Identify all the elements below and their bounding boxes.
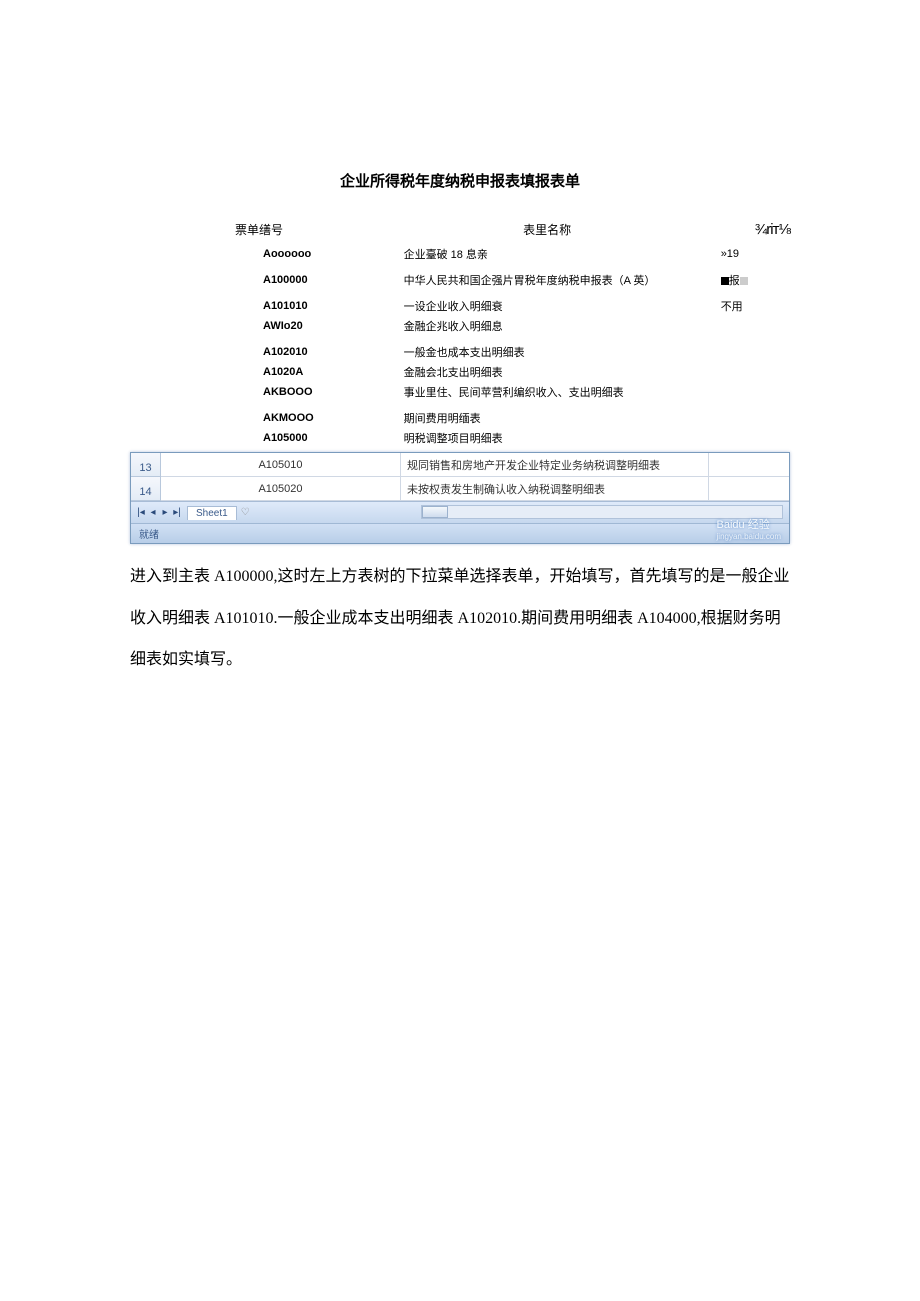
cell-code: A101010: [235, 300, 404, 312]
status-bar: 就绪 Baidu 经验 jingyan.baidu.com: [131, 523, 789, 543]
cell-code: AWIo20: [235, 320, 404, 332]
cell-code: AKMOOO: [235, 412, 404, 424]
cell-name: 中华人民共和国企强片胃税年度纳税申报表（A 英）: [404, 272, 691, 288]
cell-status: 不用: [691, 298, 790, 314]
sheet-tab-bar: |◂◂▸▸| Sheet1 ♡: [131, 501, 789, 523]
cell-name: 金融会北支出明细表: [404, 364, 691, 380]
cell-name: 一设企业收入明细衰: [404, 298, 691, 314]
header-name: 表里名称: [403, 221, 690, 238]
header-status: ¾riт⅛: [691, 221, 790, 238]
cell-status: 报: [691, 272, 790, 288]
sheet-nav-arrows-icon[interactable]: |◂◂▸▸|: [135, 507, 183, 518]
table-row: AKMOOO 期间费用明缅表: [235, 410, 790, 426]
form-list: 票单缮号 表里名称 ¾riт⅛ Aoooooo 企业臺破 18 息亲 »19 A…: [235, 221, 790, 446]
cell-name: 事业里住、民间苹营利编织收入、支出明细表: [404, 384, 691, 400]
cell-code: AKBOOO: [235, 386, 404, 398]
cell-code: Aoooooo: [235, 248, 404, 260]
watermark: Baidu 经验 jingyan.baidu.com: [717, 516, 781, 541]
table-row: A102010 一般金也成本支出明细表: [235, 344, 790, 360]
cell-code: A1020A: [235, 366, 404, 378]
cell-status: »19: [691, 248, 790, 260]
cell-name: 明税调整项目明细表: [404, 430, 691, 446]
table-row: A1020A 金融会北支出明细表: [235, 364, 790, 380]
grid-cell[interactable]: [709, 453, 789, 477]
table-header: 票单缮号 表里名称 ¾riт⅛: [235, 221, 790, 238]
spreadsheet-screenshot: 13 A105010 规同销售和房地产开发企业特定业务纳税调整明细表 14 A1…: [130, 452, 790, 544]
grid-cell[interactable]: [709, 477, 789, 501]
cell-code: A102010: [235, 346, 404, 358]
gray-box-icon: [740, 277, 748, 285]
cell-code: A105000: [235, 432, 404, 444]
sheet-extra-icon[interactable]: ♡: [241, 507, 250, 518]
page-title: 企业所得税年度纳税申报表填报表单: [130, 170, 790, 191]
sheet-tab[interactable]: Sheet1: [187, 506, 237, 520]
table-row: AKBOOO 事业里住、民间苹营利编织收入、支出明细表: [235, 384, 790, 400]
cell-name: 期间费用明缅表: [404, 410, 691, 426]
grid-cell[interactable]: 未按权责发生制确认收入纳税调整明细表: [401, 477, 709, 501]
grid-row: 14 A105020 未按权责发生制确认收入纳税调整明细表: [131, 477, 789, 501]
cell-name: 一般金也成本支出明细表: [404, 344, 691, 360]
row-number[interactable]: 13: [131, 453, 161, 477]
table-row: Aoooooo 企业臺破 18 息亲 »19: [235, 246, 790, 262]
grid-row: 13 A105010 规同销售和房地产开发企业特定业务纳税调整明细表: [131, 453, 789, 477]
status-label: 就绪: [139, 526, 159, 541]
grid-cell[interactable]: 规同销售和房地产开发企业特定业务纳税调整明细表: [401, 453, 709, 477]
table-row: A105000 明税调整项目明细表: [235, 430, 790, 446]
table-row: A100000 中华人民共和国企强片胃税年度纳税申报表（A 英） 报: [235, 272, 790, 288]
table-row: A101010 一设企业收入明细衰 不用: [235, 298, 790, 314]
filled-box-icon: [721, 277, 729, 285]
header-code: 票单缮号: [235, 221, 403, 238]
table-row: AWIo20 金融企兆收入明细息: [235, 318, 790, 334]
body-paragraph: 进入到主表 A100000,这时左上方表树的下拉菜单选择表单，开始填写，首先填写…: [130, 556, 790, 681]
scroll-thumb[interactable]: [422, 506, 448, 518]
grid-cell[interactable]: A105020: [161, 477, 401, 501]
grid-cell[interactable]: A105010: [161, 453, 401, 477]
cell-name: 企业臺破 18 息亲: [404, 246, 691, 262]
row-number[interactable]: 14: [131, 477, 161, 501]
cell-code: A100000: [235, 274, 404, 286]
cell-name: 金融企兆收入明细息: [404, 318, 691, 334]
